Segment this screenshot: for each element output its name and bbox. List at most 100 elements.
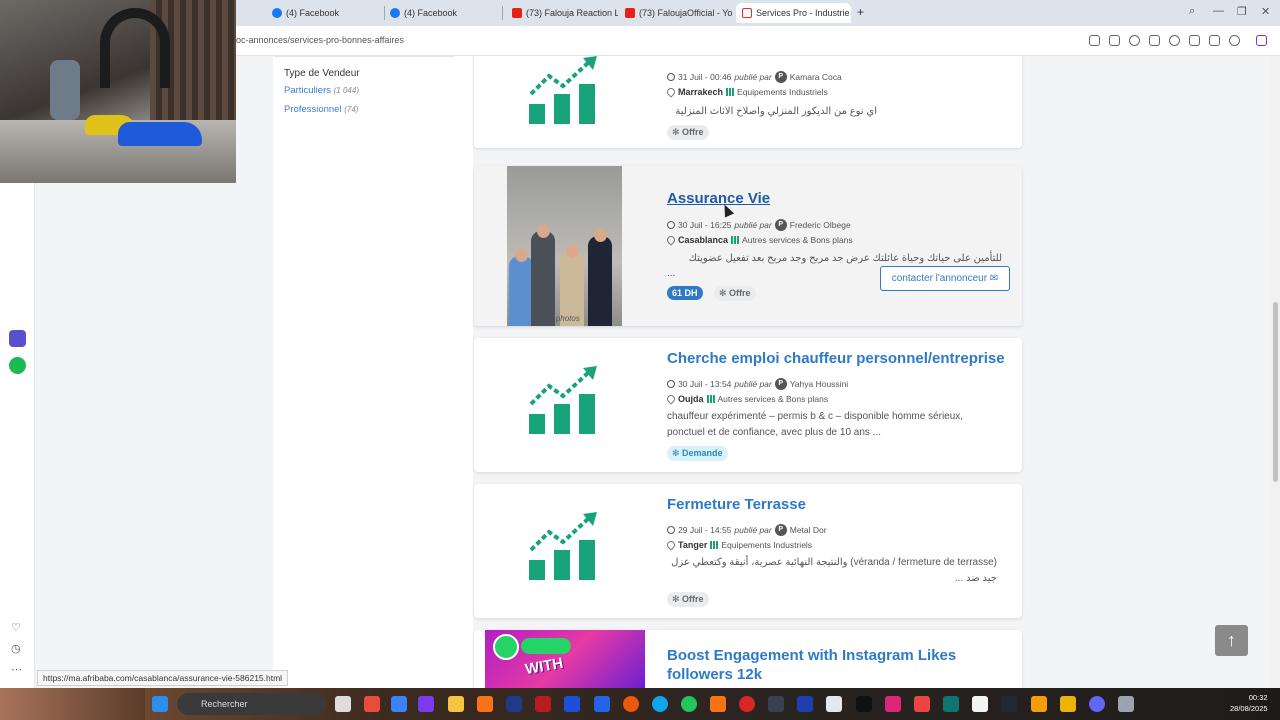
chart-growth-icon <box>529 512 597 580</box>
listing-logo <box>507 366 622 441</box>
tag-icon: ✻ <box>672 127 683 137</box>
back-to-top-button[interactable]: ↑ <box>1215 625 1248 656</box>
filter-professionnel[interactable]: Professionnel (74) <box>284 104 358 115</box>
new-tab-button[interactable]: + <box>857 5 864 19</box>
tiktok-icon[interactable] <box>856 696 872 712</box>
listing-photo[interactable] <box>507 166 622 326</box>
clock-icon <box>667 380 675 388</box>
clock-icon <box>667 221 675 229</box>
taskbar-search[interactable]: Rechercher <box>177 693 327 715</box>
browser-sidebar: ♡ ◷ ⋯ <box>0 183 35 688</box>
steam-icon[interactable] <box>797 696 813 712</box>
listing-title[interactable]: Cherche emploi chauffeur personnel/entre… <box>667 350 1005 367</box>
afribaba-icon <box>742 8 752 18</box>
menu-icon[interactable] <box>1209 35 1220 46</box>
discord-icon[interactable] <box>1089 696 1105 712</box>
listing-card[interactable]: 2 photos Assurance Vie 30 Juil - 16:25 pu… <box>474 166 1022 326</box>
premiere-icon[interactable] <box>506 696 522 712</box>
filter-sidebar <box>273 56 473 688</box>
camera-icon[interactable] <box>1109 35 1120 46</box>
app-icon[interactable] <box>1060 696 1076 712</box>
tab-facebook-2[interactable]: (4) Facebook <box>384 3 499 23</box>
tag-icon: ✻ <box>719 288 730 298</box>
listing-card[interactable]: WITH Boost Engagement with Instagram Lik… <box>474 630 1022 688</box>
user-badge-icon: P <box>774 71 787 83</box>
location-pin-icon <box>665 539 677 551</box>
maximize-button[interactable]: ❐ <box>1237 5 1247 18</box>
app-icon[interactable] <box>1001 696 1017 712</box>
extension-icon[interactable] <box>1256 35 1267 46</box>
download-icon[interactable] <box>1189 35 1200 46</box>
app-icon[interactable] <box>826 696 842 712</box>
youtube-icon <box>512 8 522 18</box>
tab-facebook-1[interactable]: (4) Facebook <box>266 3 381 23</box>
app-icon[interactable] <box>768 696 784 712</box>
user-badge-icon: P <box>774 524 787 536</box>
app-icon[interactable] <box>943 696 959 712</box>
folder-icon[interactable] <box>448 696 464 712</box>
app-icon[interactable] <box>564 696 580 712</box>
arrow-up-icon: ↑ <box>1227 630 1236 650</box>
windows-start-icon[interactable] <box>152 696 168 712</box>
listing-card[interactable]: Cherche emploi chauffeur personnel/entre… <box>474 338 1022 472</box>
profile-icon[interactable] <box>1229 35 1240 46</box>
heart-icon[interactable] <box>1169 35 1180 46</box>
opera-icon[interactable] <box>739 696 755 712</box>
listing-photo[interactable]: WITH <box>485 630 645 688</box>
offer-badge: ✻ Offre <box>667 592 709 607</box>
price-badge: 61 DH <box>667 286 703 300</box>
tab-services-pro[interactable]: Services Pro - Industrie - I <box>736 3 851 23</box>
minimize-button[interactable]: — <box>1213 5 1224 17</box>
tab-youtube-official[interactable]: (73) FaloujaOfficial - YouT <box>619 3 733 23</box>
edit-icon[interactable] <box>1089 35 1100 46</box>
category-icon <box>731 236 740 244</box>
scrollbar-thumb[interactable] <box>1273 302 1278 482</box>
listing-card[interactable]: Fermeture Terrasse 29 Juil - 14:55 publié… <box>474 484 1022 618</box>
listing-description: اي نوع من الديكور المنزلي واصلاح الاثاث … <box>675 106 877 117</box>
listing-title[interactable]: Boost Engagement with Instagram Likes fo… <box>667 646 987 684</box>
listing-description: للتأمين على حياتك وحياة عائلتك عرض جد مر… <box>688 253 1002 264</box>
tag-icon: ✻ <box>672 594 683 604</box>
more-icon[interactable]: ⋯ <box>11 663 22 676</box>
heart-icon[interactable]: ♡ <box>11 621 21 634</box>
history-icon[interactable]: ◷ <box>11 642 21 655</box>
app-icon[interactable] <box>418 696 434 712</box>
listing-card[interactable]: 31 Juil - 00:46 publié par P Kamara Coca Ma… <box>474 56 1022 148</box>
app-icon[interactable] <box>391 696 407 712</box>
listing-title[interactable]: Assurance Vie <box>667 190 770 207</box>
page-scrollbar[interactable] <box>1271 56 1280 688</box>
taskbar: Rechercher <box>0 688 1280 720</box>
app-icon[interactable] <box>364 696 380 712</box>
app-icon[interactable] <box>9 330 26 347</box>
search-tabs-icon[interactable]: ⌕ <box>1189 5 1195 18</box>
tab-youtube-reaction[interactable]: (73) Falouja Reaction Live <box>506 3 618 23</box>
app-icon[interactable] <box>1118 696 1134 712</box>
filter-particuliers[interactable]: Particuliers (1 044) <box>284 85 359 96</box>
app-icon[interactable] <box>885 696 901 712</box>
app-icon[interactable] <box>1031 696 1047 712</box>
edge-icon[interactable] <box>652 696 668 712</box>
offer-badge: ✻ Offre <box>667 125 709 140</box>
chart-growth-icon <box>529 366 597 434</box>
app-icon[interactable] <box>594 696 610 712</box>
system-clock[interactable]: 00:32 28/08/2025 <box>1230 692 1268 714</box>
contact-advertiser-button[interactable]: contacter l'annonceur ✉ <box>880 266 1010 291</box>
app-icon[interactable] <box>535 696 551 712</box>
clock-icon <box>667 526 675 534</box>
url-field[interactable]: oc-annonces/services-pro-bonnes-affaires <box>236 35 404 45</box>
chart-growth-icon <box>529 56 597 124</box>
task-view-icon[interactable] <box>335 696 351 712</box>
chrome-icon[interactable] <box>681 696 697 712</box>
category-icon <box>726 88 735 96</box>
firefox-icon[interactable] <box>623 696 639 712</box>
shield-icon[interactable] <box>1129 35 1140 46</box>
file-icon[interactable] <box>972 696 988 712</box>
status-url: https://ma.afribaba.com/casablanca/assur… <box>37 670 289 686</box>
vivaldi-icon[interactable] <box>914 696 930 712</box>
app-icon[interactable] <box>477 696 493 712</box>
brave-icon[interactable] <box>710 696 726 712</box>
play-icon[interactable] <box>1149 35 1160 46</box>
spotify-icon[interactable] <box>9 357 26 374</box>
close-button[interactable]: ✕ <box>1261 5 1270 18</box>
listing-title[interactable]: Fermeture Terrasse <box>667 496 806 513</box>
